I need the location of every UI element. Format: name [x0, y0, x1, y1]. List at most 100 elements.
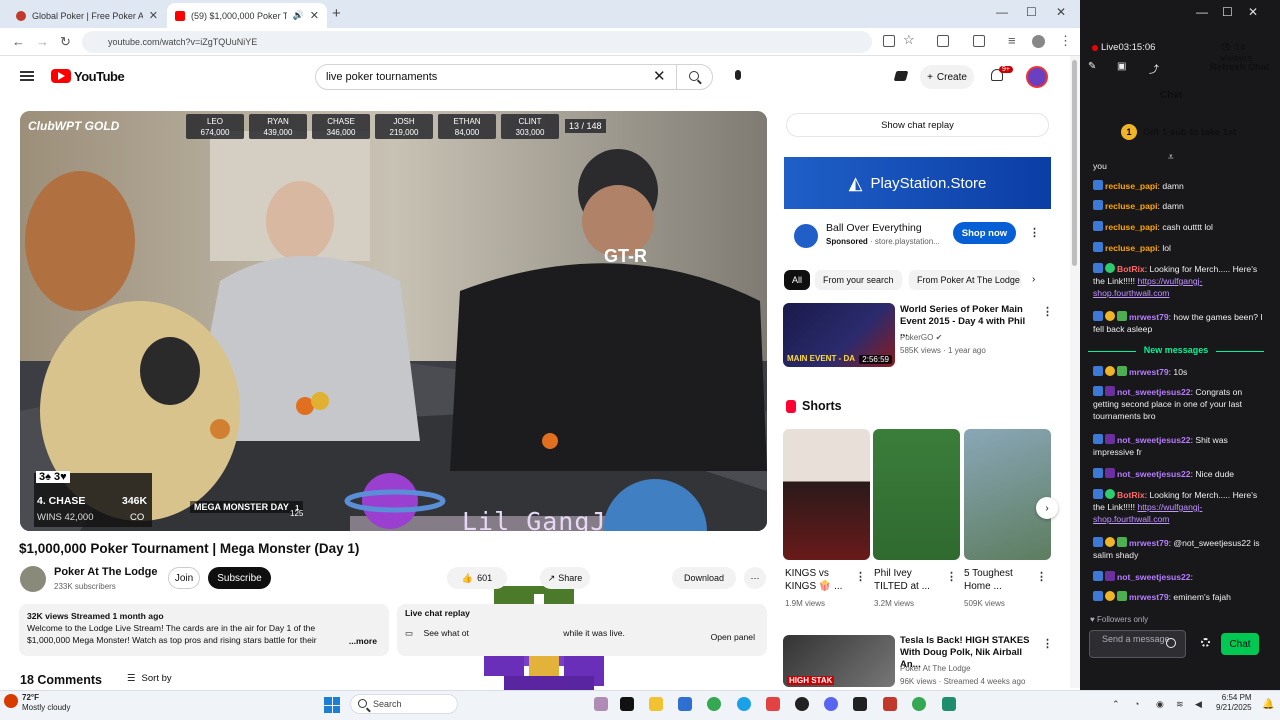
- taskbar-app-icon[interactable]: [594, 697, 608, 711]
- clear-search-icon[interactable]: ✕: [653, 67, 666, 85]
- chrome-icon[interactable]: [707, 697, 721, 711]
- recommended-menu-icon[interactable]: ⋮: [1042, 637, 1053, 650]
- scrollbar-thumb[interactable]: [1072, 60, 1077, 266]
- recommended-channel[interactable]: Poker At The Lodge: [900, 664, 971, 673]
- edge-icon[interactable]: [737, 697, 751, 711]
- short-thumbnail[interactable]: [964, 429, 1051, 560]
- hamburger-menu-icon[interactable]: [20, 71, 34, 81]
- subscribe-button[interactable]: Subscribe: [208, 567, 271, 589]
- forward-icon[interactable]: →: [36, 34, 49, 49]
- description-more-link[interactable]: ...more: [349, 635, 377, 647]
- chat-maximize-icon[interactable]: ☐: [1222, 5, 1233, 19]
- audio-playing-icon[interactable]: 🔊: [293, 10, 304, 21]
- wifi-icon[interactable]: ≋: [1176, 699, 1184, 710]
- link-icon[interactable]: ⤴: [1149, 61, 1159, 76]
- tray-overflow-icon[interactable]: ⌃: [1112, 699, 1120, 710]
- short-thumbnail[interactable]: [873, 429, 960, 560]
- video-player[interactable]: ClubWPT GOLD LEO 674,000 RYAN 439,000 CHAS…: [20, 111, 767, 531]
- browser-menu-icon[interactable]: ⋮: [1059, 33, 1072, 49]
- sort-by-button[interactable]: ☰ Sort by: [127, 673, 172, 684]
- chat-username[interactable]: not_sweetjesus22: [1117, 387, 1191, 397]
- chat-username[interactable]: mrwest79: [1129, 592, 1169, 602]
- chat-username[interactable]: recluse_papi: [1105, 201, 1158, 211]
- tab-global-poker[interactable]: Global Poker | Free Poker At Its ✕: [8, 3, 166, 28]
- short-title[interactable]: 5 Toughest Home ...: [964, 567, 1034, 593]
- file-explorer-icon[interactable]: [649, 697, 663, 711]
- youtube-wordmark[interactable]: YouTube: [74, 69, 125, 84]
- close-window-icon[interactable]: ✕: [1056, 5, 1066, 19]
- weather-alert-icon[interactable]: [4, 694, 18, 708]
- chip-from-channel[interactable]: From Poker At The Lodge: [909, 270, 1021, 290]
- chat-username[interactable]: not_sweetjesus22: [1117, 469, 1191, 479]
- ad-menu-icon[interactable]: ⋮: [1029, 226, 1040, 239]
- channel-avatar[interactable]: [20, 566, 46, 592]
- windows-start-icon[interactable]: [324, 697, 340, 713]
- chat-minimize-icon[interactable]: —: [1196, 5, 1208, 19]
- notifications-icon[interactable]: 🔔: [1262, 699, 1274, 710]
- show-chat-replay-button[interactable]: Show chat replay: [786, 113, 1049, 137]
- close-tab-icon[interactable]: ✕: [310, 9, 319, 22]
- cast-icon[interactable]: [893, 71, 909, 81]
- microphone-icon[interactable]: [735, 70, 741, 80]
- chat-username[interactable]: recluse_papi: [1105, 243, 1158, 253]
- youtube-logo-icon[interactable]: [51, 69, 71, 83]
- tab-search-icon[interactable]: ≡: [1008, 33, 1016, 48]
- discord-icon[interactable]: [824, 697, 838, 711]
- chat-username[interactable]: mrwest79: [1129, 367, 1169, 377]
- address-bar[interactable]: youtube.com/watch?v=iZgTQUuNiYE: [82, 31, 872, 53]
- app-icon[interactable]: [883, 697, 897, 711]
- short-thumbnail[interactable]: [783, 429, 870, 560]
- app-icon[interactable]: [795, 697, 809, 711]
- create-button[interactable]: + Create: [920, 65, 974, 89]
- tiktok-icon[interactable]: [620, 697, 634, 711]
- recommended-thumbnail[interactable]: MAIN EVENT - DA 2:56:59: [783, 303, 895, 367]
- recommended-channel[interactable]: PokerGO ✔: [900, 333, 942, 342]
- ad-title[interactable]: Ball Over Everything: [826, 222, 922, 234]
- volume-icon[interactable]: ◀: [1195, 699, 1202, 710]
- chat-username[interactable]: not_sweetjesus22: [1117, 435, 1191, 445]
- chat-username[interactable]: mrwest79: [1129, 538, 1169, 548]
- more-actions-icon[interactable]: ⋯: [744, 567, 766, 589]
- chat-settings-icon[interactable]: [1201, 638, 1210, 647]
- shorts-next-icon[interactable]: ›: [1036, 497, 1058, 519]
- bookmark-star-icon[interactable]: ☆: [903, 32, 915, 48]
- refresh-chat-button[interactable]: Refresh Chat: [1210, 62, 1269, 73]
- app-icon[interactable]: [853, 697, 867, 711]
- popout-icon[interactable]: ▣: [1117, 61, 1126, 72]
- share-button[interactable]: ↗ Share: [540, 567, 590, 589]
- search-button[interactable]: [676, 65, 712, 89]
- chip-from-your-search[interactable]: From your search: [815, 270, 902, 290]
- chat-username[interactable]: recluse_papi: [1105, 181, 1158, 191]
- chrome-icon[interactable]: [912, 697, 926, 711]
- install-app-icon[interactable]: [883, 35, 895, 47]
- profile-icon[interactable]: [1032, 35, 1045, 48]
- app-icon[interactable]: [942, 697, 956, 711]
- short-menu-icon[interactable]: ⋮: [946, 570, 957, 583]
- close-tab-icon[interactable]: ✕: [149, 9, 158, 22]
- like-button[interactable]: 👍 601: [447, 567, 507, 589]
- description-box[interactable]: 32K views Streamed 1 month ago Welcome t…: [19, 604, 389, 656]
- recommended-menu-icon[interactable]: ⋮: [1042, 305, 1053, 318]
- ad-banner[interactable]: ◭ PlayStation.Store: [784, 157, 1051, 209]
- tab-youtube-video[interactable]: (59) $1,000,000 Poker Tourn 🔊 ✕: [167, 3, 327, 28]
- chat-username[interactable]: mrwest79: [1129, 312, 1169, 322]
- tray-app-icon[interactable]: ◉: [1156, 699, 1164, 710]
- chip-all[interactable]: All: [784, 270, 811, 290]
- taskbar-clock[interactable]: 6:54 PM 9/21/2025: [1216, 693, 1252, 713]
- recommended-thumbnail[interactable]: HIGH STAK: [783, 635, 895, 687]
- calculator-icon[interactable]: [678, 697, 692, 711]
- short-menu-icon[interactable]: ⋮: [1036, 570, 1047, 583]
- short-title[interactable]: Phil Ivey TILTED at ...: [874, 567, 944, 593]
- minimize-icon[interactable]: —: [996, 5, 1008, 19]
- short-title[interactable]: KINGS vs KINGS 🍿 ...: [785, 567, 855, 593]
- new-tab-icon[interactable]: +: [332, 5, 341, 22]
- chips-next-icon[interactable]: ›: [1032, 274, 1035, 285]
- emote-picker-icon[interactable]: [1166, 638, 1176, 648]
- chat-username[interactable]: recluse_papi: [1105, 222, 1158, 232]
- taskbar-search[interactable]: Search: [350, 694, 458, 714]
- pencil-icon[interactable]: ✎: [1088, 61, 1096, 72]
- gift-sub-banner[interactable]: 1 Gift 1 sub to take 1st: [1121, 124, 1236, 140]
- chat-username[interactable]: BotRix: [1117, 264, 1145, 274]
- chat-username[interactable]: BotRix: [1117, 490, 1145, 500]
- back-icon[interactable]: ←: [12, 34, 25, 49]
